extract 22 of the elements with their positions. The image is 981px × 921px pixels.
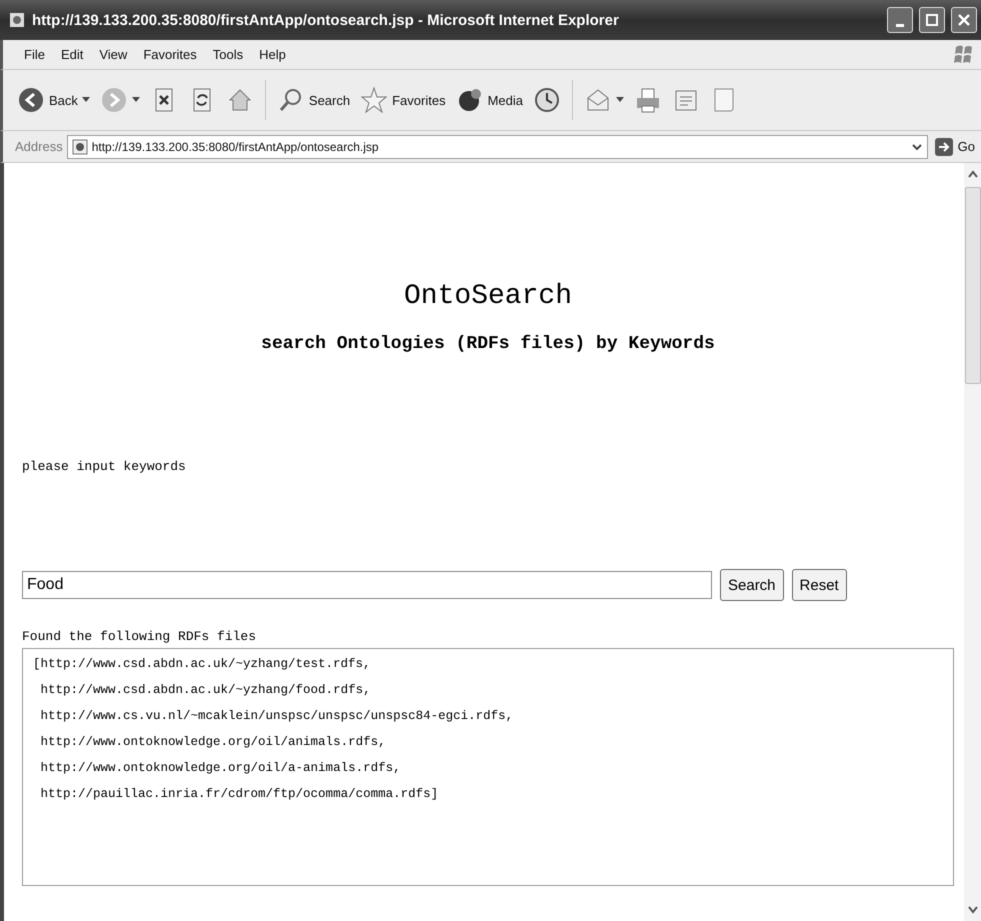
- media-button[interactable]: Media: [454, 84, 525, 116]
- back-button[interactable]: Back: [15, 84, 92, 116]
- menu-item[interactable]: Edit: [54, 45, 90, 64]
- window-title: http://139.133.200.35:8080/firstAntApp/ontosearch.jsp - Microsoft Internet Explorer: [32, 12, 620, 28]
- favorites-button[interactable]: Favorites: [358, 84, 448, 116]
- menu-item[interactable]: Favorites: [136, 45, 204, 64]
- menu-item[interactable]: Help: [252, 45, 293, 64]
- keywords-input[interactable]: Food: [22, 571, 712, 599]
- results-label: Found the following RDFs files: [22, 629, 258, 644]
- search-button[interactable]: Search: [274, 84, 352, 116]
- keywords-prompt: please input keywords: [22, 459, 187, 474]
- address-field[interactable]: http://139.133.200.35:8080/firstAntApp/ontosearch.jsp: [66, 134, 928, 158]
- menu-item[interactable]: View: [92, 45, 134, 64]
- search-button[interactable]: Search: [720, 569, 784, 601]
- reset-button[interactable]: Reset: [792, 569, 847, 601]
- page-heading: OntoSearch: [402, 281, 574, 312]
- address-label: Address: [15, 139, 63, 154]
- page-subheading: search Ontologies (RDFs files) by Keywords: [260, 334, 716, 354]
- results-textarea[interactable]: [http://www.csd.abdn.ac.uk/~yzhang/test.rdfs, http://www.csd.abdn.ac.uk/~yzhang/food.rdfs, http://www.cs.vu.nl/~mcaklein/unspsc/unspsc/unspsc84-egci.rdfs, http://www.ontoknowledge.org/oil/animals.rdfs, http://www.ontoknowledge.org/oil/a-animals.rdfs, http://pauillac.inria.fr/cdrom/ftp/ocomma/comma.rdfs]: [22, 648, 954, 886]
- menu-item[interactable]: Tools: [206, 45, 250, 64]
- go-button[interactable]: Go: [932, 134, 977, 158]
- menu-item[interactable]: File: [17, 45, 52, 64]
